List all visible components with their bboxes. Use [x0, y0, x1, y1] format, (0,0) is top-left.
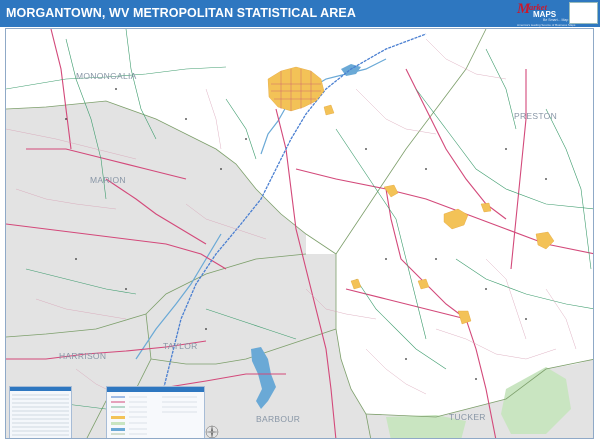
map-legend-symbols	[111, 396, 197, 435]
zip-legend-rows	[12, 394, 69, 436]
county-label-preston: PRESTON	[514, 111, 558, 121]
zip-code-index-legend	[9, 386, 72, 438]
map-canvas[interactable]	[6, 29, 594, 439]
county-label-monongalia: MONONGALIA	[76, 71, 137, 81]
map-info-box	[569, 2, 598, 24]
map-title: MORGANTOWN, WV METROPOLITAN STATISTICAL …	[6, 6, 356, 20]
map-frame[interactable]: MONONGALIA PRESTON MARION HARRISON TAYLO…	[5, 28, 594, 439]
county-label-tucker: TUCKER	[449, 412, 486, 422]
map-legend	[106, 386, 205, 438]
market-maps-logo: M arket MAPS Be Smart... Map Smart Ameri…	[517, 1, 579, 27]
title-bar: MORGANTOWN, WV METROPOLITAN STATISTICAL …	[0, 0, 600, 27]
county-label-harrison: HARRISON	[59, 351, 107, 361]
compass-rose-icon	[205, 425, 219, 438]
county-label-marion: MARION	[90, 175, 126, 185]
county-label-taylor: TAYLOR	[163, 341, 198, 351]
logo-subtagline: America's leading Source of Business Map…	[517, 23, 576, 27]
county-label-barbour: BARBOUR	[256, 414, 301, 424]
